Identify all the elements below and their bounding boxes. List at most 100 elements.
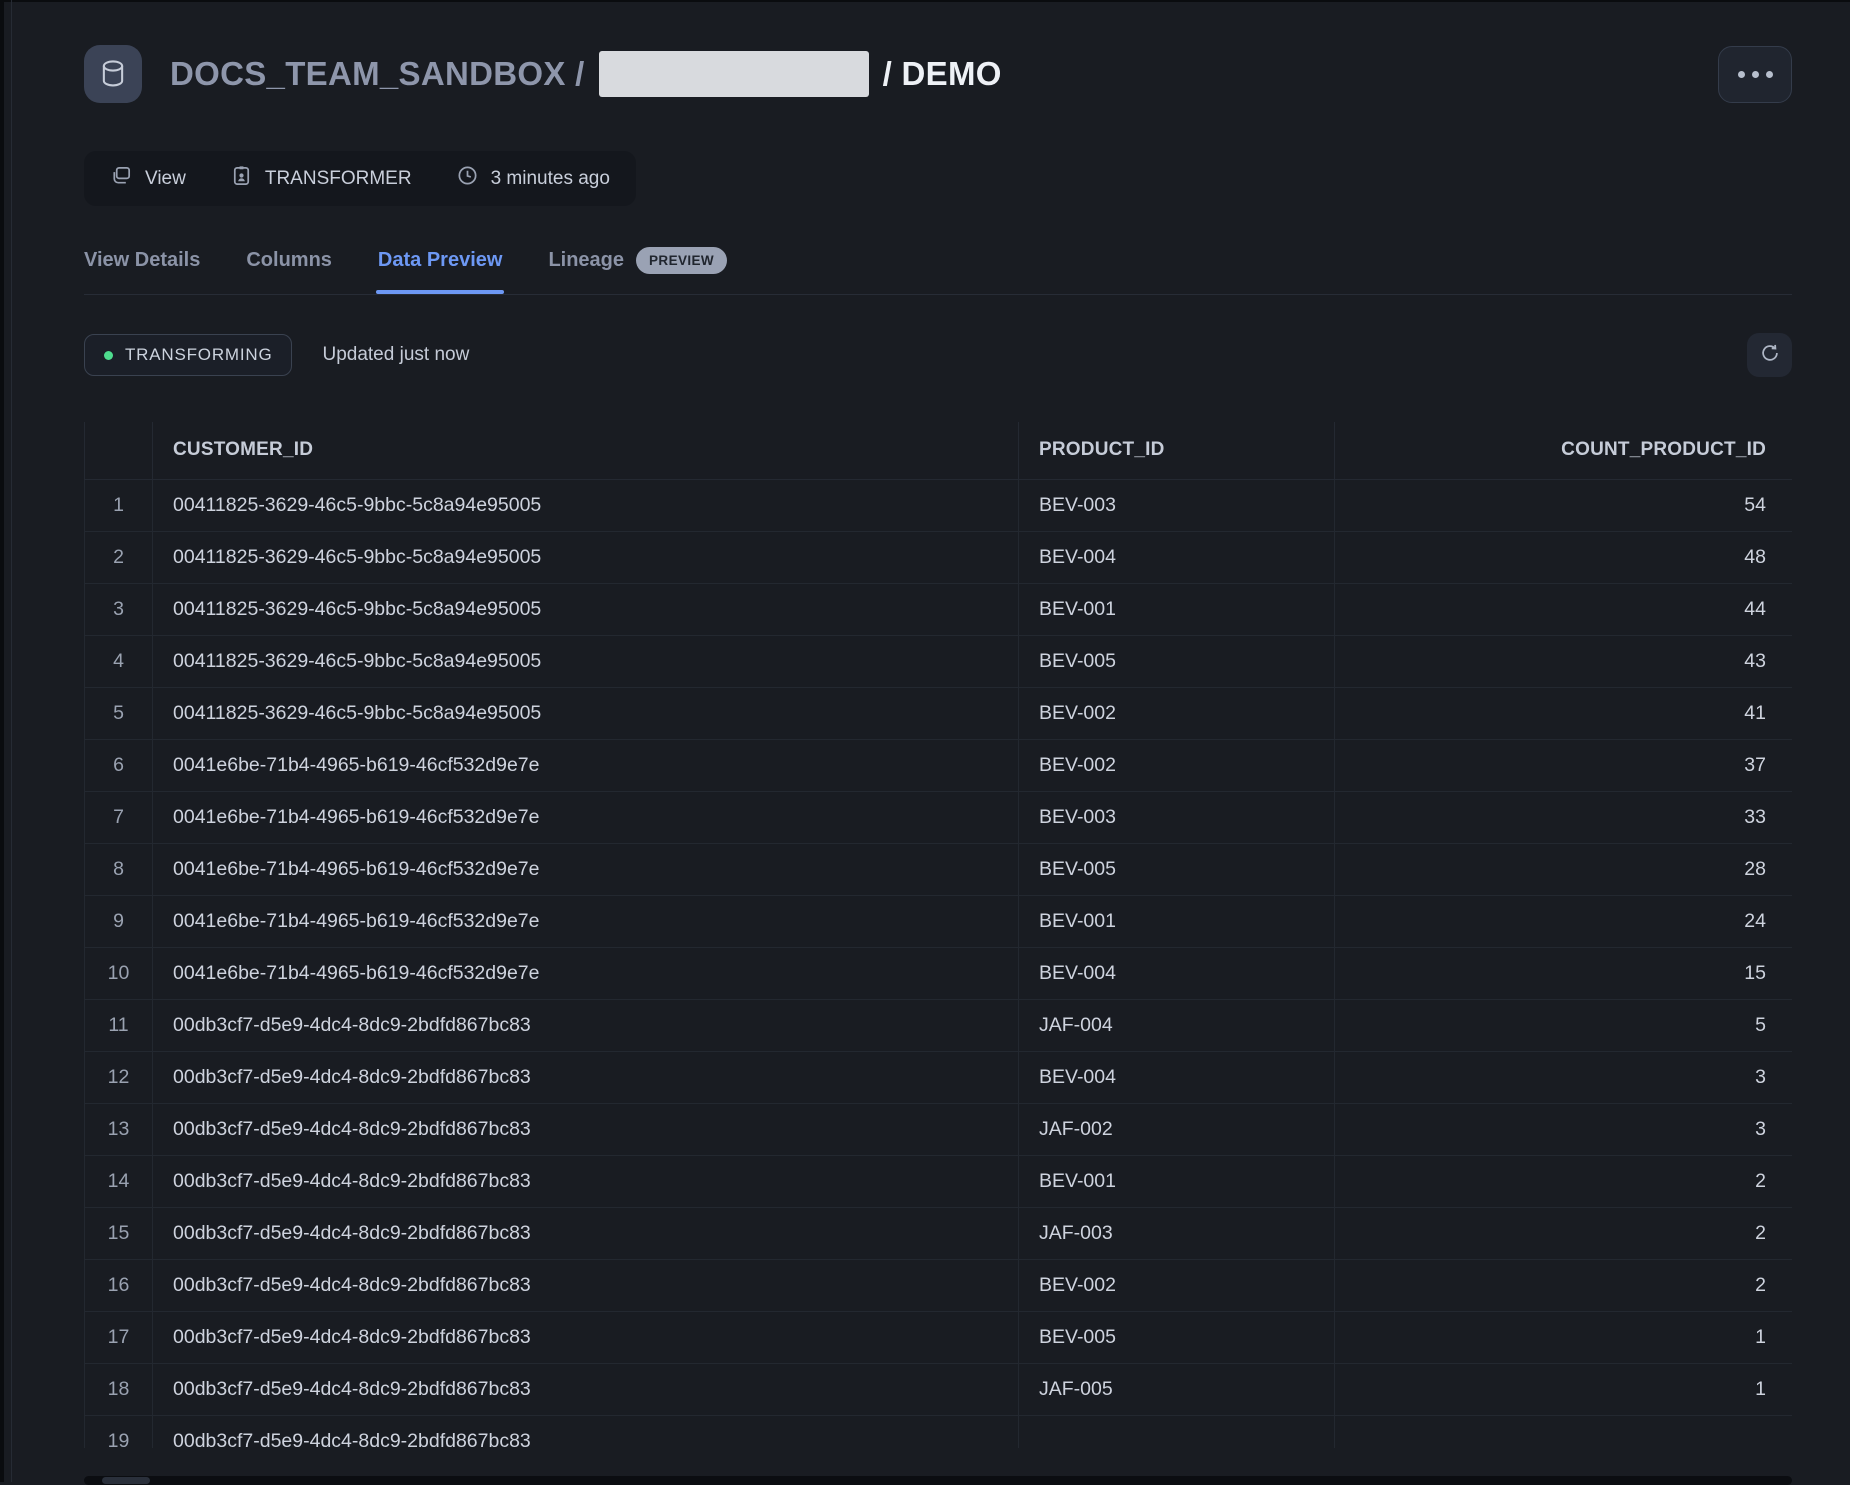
scrollbar-thumb[interactable] [102,1477,150,1484]
customer-id-cell: 00db3cf7-d5e9-4dc4-8dc9-2bdfd867bc83 [153,1155,1019,1207]
product-id-cell: BEV-004 [1019,1051,1335,1103]
count-product-id-header: COUNT_PRODUCT_ID [1335,422,1793,479]
table-row: 100411825-3629-46c5-9bbc-5c8a94e95005BEV… [85,479,1793,531]
customer-id-cell: 00411825-3629-46c5-9bbc-5c8a94e95005 [153,687,1019,739]
count-cell: 15 [1335,947,1793,999]
status-label: TRANSFORMING [125,345,272,365]
customer-id-cell: 0041e6be-71b4-4965-b619-46cf532d9e7e [153,947,1019,999]
database-icon [84,45,142,103]
node-type-label: TRANSFORMER [265,168,412,190]
customer-id-cell: 00db3cf7-d5e9-4dc4-8dc9-2bdfd867bc83 [153,1415,1019,1448]
customer-id-header: CUSTOMER_ID [153,422,1019,479]
table-header-row: CUSTOMER_ID PRODUCT_ID COUNT_PRODUCT_ID [85,422,1793,479]
count-cell: 3 [1335,1103,1793,1155]
product-id-cell: JAF-003 [1019,1207,1335,1259]
row-index-cell: 9 [85,895,153,947]
product-id-cell: BEV-005 [1019,843,1335,895]
count-cell: 54 [1335,479,1793,531]
table-row: 200411825-3629-46c5-9bbc-5c8a94e95005BEV… [85,531,1793,583]
count-cell [1335,1415,1793,1448]
refresh-icon [1759,342,1781,369]
horizontal-scrollbar[interactable] [84,1476,1792,1485]
table-row: 80041e6be-71b4-4965-b619-46cf532d9e7eBEV… [85,843,1793,895]
product-id-cell: BEV-002 [1019,739,1335,791]
data-preview-table-container: CUSTOMER_ID PRODUCT_ID COUNT_PRODUCT_ID … [84,422,1792,1448]
count-cell: 24 [1335,895,1793,947]
tab-columns[interactable]: Columns [246,249,332,292]
count-cell: 41 [1335,687,1793,739]
entity-type-badge: View [110,164,186,193]
table-row: 100041e6be-71b4-4965-b619-46cf532d9e7eBE… [85,947,1793,999]
product-id-cell: BEV-002 [1019,1259,1335,1311]
updated-just-now-label: Updated just now [322,344,469,366]
count-cell: 44 [1335,583,1793,635]
header-title-group: DOCS_TEAM_SANDBOX / / DEMO [84,45,1002,103]
count-cell: 3 [1335,1051,1793,1103]
title-suffix: / DEMO [883,55,1002,93]
row-index-cell: 18 [85,1363,153,1415]
customer-id-cell: 00411825-3629-46c5-9bbc-5c8a94e95005 [153,479,1019,531]
customer-id-cell: 00411825-3629-46c5-9bbc-5c8a94e95005 [153,635,1019,687]
data-preview-table: CUSTOMER_ID PRODUCT_ID COUNT_PRODUCT_ID … [84,422,1792,1448]
table-row: 90041e6be-71b4-4965-b619-46cf532d9e7eBEV… [85,895,1793,947]
more-options-button[interactable] [1718,46,1792,103]
row-index-cell: 3 [85,583,153,635]
product-id-cell: JAF-004 [1019,999,1335,1051]
main-content: DOCS_TEAM_SANDBOX / / DEMO View [84,0,1792,1485]
product-id-cell: BEV-003 [1019,791,1335,843]
table-row: 1800db3cf7-d5e9-4dc4-8dc9-2bdfd867bc83JA… [85,1363,1793,1415]
count-cell: 1 [1335,1311,1793,1363]
product-id-cell: JAF-002 [1019,1103,1335,1155]
tab-data-preview[interactable]: Data Preview [378,249,503,292]
count-cell: 2 [1335,1207,1793,1259]
customer-id-cell: 00db3cf7-d5e9-4dc4-8dc9-2bdfd867bc83 [153,1103,1019,1155]
customer-id-cell: 00411825-3629-46c5-9bbc-5c8a94e95005 [153,531,1019,583]
row-index-cell: 5 [85,687,153,739]
table-row: 1600db3cf7-d5e9-4dc4-8dc9-2bdfd867bc83BE… [85,1259,1793,1311]
tab-view-details[interactable]: View Details [84,249,200,292]
meta-badge-bar: View TRANSFORMER 3 minutes ago [84,151,636,206]
row-index-cell: 19 [85,1415,153,1448]
table-row: 1900db3cf7-d5e9-4dc4-8dc9-2bdfd867bc83 [85,1415,1793,1448]
status-bar: TRANSFORMING Updated just now [84,333,1792,377]
count-cell: 5 [1335,999,1793,1051]
table-row: 1300db3cf7-d5e9-4dc4-8dc9-2bdfd867bc83JA… [85,1103,1793,1155]
product-id-cell: BEV-004 [1019,531,1335,583]
row-index-cell: 7 [85,791,153,843]
row-index-cell: 1 [85,479,153,531]
panel-divider [11,0,12,1482]
entity-type-label: View [145,168,186,190]
window-top-edge [0,0,1850,2]
row-index-cell: 17 [85,1311,153,1363]
product-id-cell: BEV-003 [1019,479,1335,531]
last-updated-badge: 3 minutes ago [456,164,610,193]
ellipsis-icon [1738,71,1745,78]
table-row: 70041e6be-71b4-4965-b619-46cf532d9e7eBEV… [85,791,1793,843]
product-id-cell: BEV-005 [1019,1311,1335,1363]
customer-id-cell: 0041e6be-71b4-4965-b619-46cf532d9e7e [153,791,1019,843]
page-header: DOCS_TEAM_SANDBOX / / DEMO [84,45,1792,103]
product-id-cell: BEV-001 [1019,583,1335,635]
customer-id-cell: 0041e6be-71b4-4965-b619-46cf532d9e7e [153,739,1019,791]
count-cell: 33 [1335,791,1793,843]
row-index-cell: 13 [85,1103,153,1155]
product-id-cell [1019,1415,1335,1448]
count-cell: 43 [1335,635,1793,687]
customer-id-cell: 00db3cf7-d5e9-4dc4-8dc9-2bdfd867bc83 [153,1207,1019,1259]
table-row: 300411825-3629-46c5-9bbc-5c8a94e95005BEV… [85,583,1793,635]
count-cell: 2 [1335,1155,1793,1207]
product-id-cell: BEV-002 [1019,687,1335,739]
count-cell: 37 [1335,739,1793,791]
customer-id-cell: 0041e6be-71b4-4965-b619-46cf532d9e7e [153,843,1019,895]
title-prefix: DOCS_TEAM_SANDBOX / [170,55,585,93]
customer-id-cell: 00db3cf7-d5e9-4dc4-8dc9-2bdfd867bc83 [153,1363,1019,1415]
product-id-cell: BEV-001 [1019,1155,1335,1207]
window-left-edge [0,0,4,1482]
transforming-status-badge: TRANSFORMING [84,334,292,376]
tab-lineage[interactable]: Lineage PREVIEW [548,247,727,294]
product-id-cell: BEV-005 [1019,635,1335,687]
row-index-header [85,422,153,479]
refresh-button[interactable] [1747,333,1792,377]
redacted-segment [599,51,869,97]
last-updated-label: 3 minutes ago [491,168,610,190]
